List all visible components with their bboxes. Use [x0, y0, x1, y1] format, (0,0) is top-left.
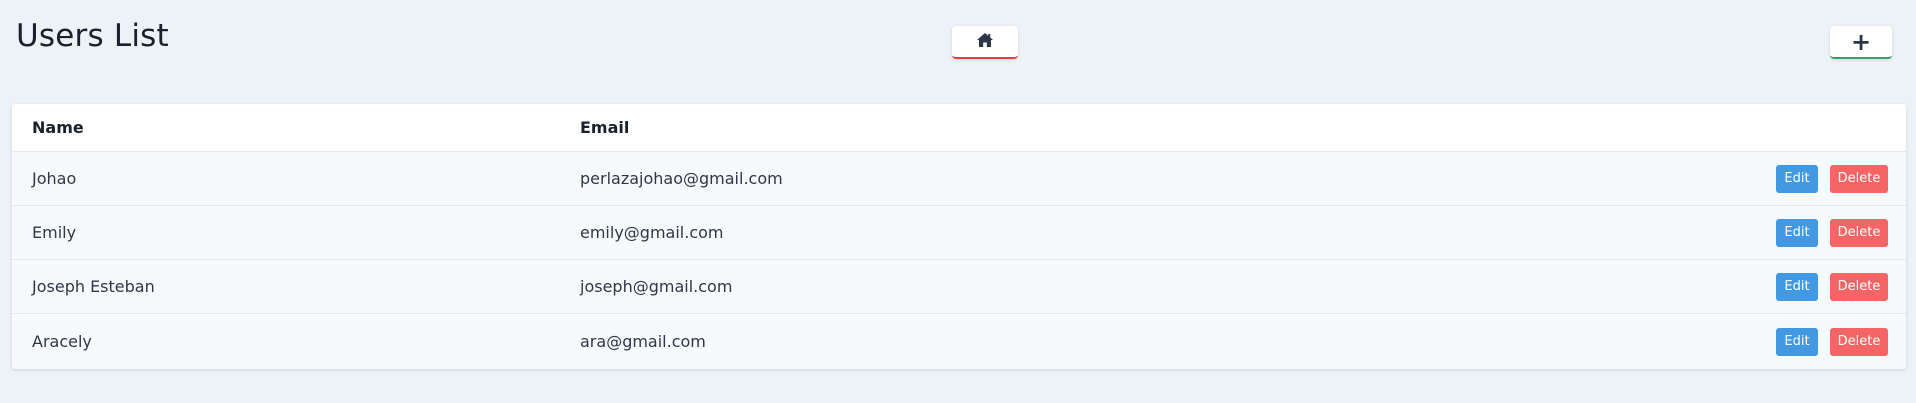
column-header-name: Name	[32, 118, 84, 137]
row-actions: Edit Delete	[1776, 218, 1888, 247]
row-actions: Edit Delete	[1776, 272, 1888, 301]
delete-button[interactable]: Delete	[1830, 218, 1888, 247]
table-row: Johao perlazajohao@gmail.com Edit Delete	[12, 152, 1906, 206]
user-email: emily@gmail.com	[580, 223, 724, 242]
table-row: Emily emily@gmail.com Edit Delete	[12, 206, 1906, 260]
edit-button[interactable]: Edit	[1776, 218, 1818, 247]
table-row: Aracely ara@gmail.com Edit Delete	[12, 314, 1906, 369]
users-table: Name Email Johao perlazajohao@gmail.com …	[12, 104, 1906, 369]
home-button[interactable]	[952, 26, 1018, 59]
user-name: Emily	[32, 223, 77, 242]
plus-icon: +	[1850, 27, 1872, 56]
table-header: Name Email	[12, 104, 1906, 152]
edit-button[interactable]: Edit	[1776, 164, 1818, 193]
edit-button[interactable]: Edit	[1776, 272, 1818, 301]
page-title: Users List	[16, 18, 169, 54]
user-name: Joseph Esteban	[32, 277, 155, 296]
user-email: perlazajohao@gmail.com	[580, 169, 783, 188]
user-name: Johao	[32, 169, 77, 188]
add-user-button[interactable]: +	[1830, 26, 1892, 59]
delete-button[interactable]: Delete	[1830, 164, 1888, 193]
delete-button[interactable]: Delete	[1830, 272, 1888, 301]
row-actions: Edit Delete	[1776, 327, 1888, 356]
user-email: joseph@gmail.com	[580, 277, 733, 296]
column-header-email: Email	[580, 118, 630, 137]
delete-button[interactable]: Delete	[1830, 327, 1888, 356]
row-actions: Edit Delete	[1776, 164, 1888, 193]
edit-button[interactable]: Edit	[1776, 327, 1818, 356]
home-icon	[976, 32, 994, 51]
user-email: ara@gmail.com	[580, 332, 706, 351]
table-row: Joseph Esteban joseph@gmail.com Edit Del…	[12, 260, 1906, 314]
user-name: Aracely	[32, 332, 92, 351]
